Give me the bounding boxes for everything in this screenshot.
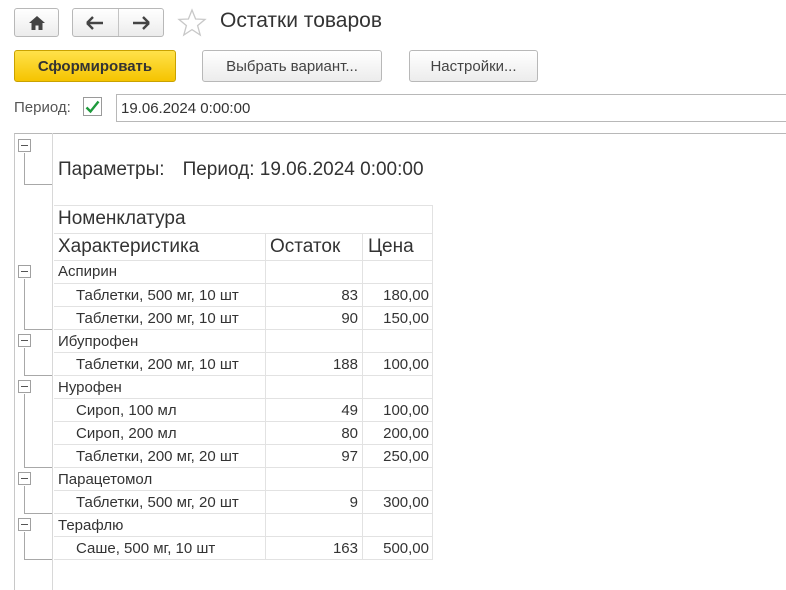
- favorite-button[interactable]: [177, 8, 207, 38]
- arrow-right-icon: [132, 15, 150, 30]
- item-price: 100,00: [383, 356, 429, 373]
- header-price: Цена: [368, 236, 414, 257]
- item-price: 200,00: [383, 425, 429, 442]
- collapse-group-toggle[interactable]: [18, 472, 31, 485]
- item-characteristic: Таблетки, 200 мг, 10 шт: [76, 310, 239, 327]
- report-divider: [52, 133, 53, 590]
- collapse-params-toggle[interactable]: [18, 139, 31, 152]
- group-name: Ибупрофен: [58, 333, 139, 350]
- item-balance: 80: [341, 425, 358, 442]
- group-line: [24, 559, 52, 560]
- report-parameters: Параметры: Период: 19.06.2024 0:00:00: [58, 159, 424, 181]
- item-characteristic: Саше, 500 мг, 10 шт: [76, 540, 216, 557]
- generate-button[interactable]: Сформировать: [14, 50, 176, 82]
- group-line: [24, 394, 25, 467]
- parameters-label: Параметры:: [58, 159, 165, 180]
- page-title: Остатки товаров: [220, 9, 382, 32]
- group-name: Аспирин: [58, 263, 118, 280]
- group-line: [24, 329, 52, 330]
- group-name: Нурофен: [58, 379, 122, 396]
- item-balance: 9: [349, 494, 358, 511]
- group-line: [24, 486, 25, 513]
- period-label: Период:: [14, 99, 71, 116]
- item-characteristic: Таблетки, 200 мг, 10 шт: [76, 356, 239, 373]
- grid-line: [432, 205, 433, 559]
- home-button[interactable]: [14, 8, 59, 37]
- select-variant-button[interactable]: Выбрать вариант...: [202, 50, 382, 82]
- group-line: [24, 153, 25, 184]
- group-line: [24, 348, 25, 375]
- settings-button[interactable]: Настройки...: [409, 50, 538, 82]
- item-price: 500,00: [383, 540, 429, 557]
- group-name: Терафлю: [58, 517, 124, 534]
- collapse-group-toggle[interactable]: [18, 518, 31, 531]
- group-line: [24, 375, 52, 376]
- item-characteristic: Сироп, 100 мл: [76, 402, 177, 419]
- item-balance: 163: [332, 540, 358, 557]
- collapse-group-toggle[interactable]: [18, 265, 31, 278]
- item-characteristic: Сироп, 200 мл: [76, 425, 177, 442]
- home-icon: [28, 15, 45, 30]
- navigation-buttons: [72, 8, 164, 37]
- item-characteristic: Таблетки, 500 мг, 20 шт: [76, 494, 239, 511]
- header-balance: Остаток: [270, 236, 341, 257]
- grid-line: [54, 559, 433, 560]
- group-line: [24, 513, 52, 514]
- group-line: [24, 184, 52, 185]
- header-characteristic: Характеристика: [58, 236, 200, 257]
- star-icon: [177, 8, 207, 37]
- header-nomenclature: Номенклатура: [58, 208, 186, 229]
- item-characteristic: Таблетки, 200 мг, 20 шт: [76, 448, 239, 465]
- collapse-group-toggle[interactable]: [18, 334, 31, 347]
- group-name: Парацетомол: [58, 471, 153, 488]
- group-line: [24, 279, 25, 329]
- item-balance: 83: [341, 287, 358, 304]
- item-price: 300,00: [383, 494, 429, 511]
- item-price: 150,00: [383, 310, 429, 327]
- item-balance: 97: [341, 448, 358, 465]
- group-line: [24, 467, 52, 468]
- item-price: 180,00: [383, 287, 429, 304]
- period-field[interactable]: 19.06.2024 0:00:00: [116, 94, 786, 122]
- item-balance: 188: [332, 356, 358, 373]
- parameters-value: Период: 19.06.2024 0:00:00: [182, 159, 424, 180]
- group-line: [24, 532, 25, 559]
- item-price: 250,00: [383, 448, 429, 465]
- arrow-left-icon: [86, 15, 104, 30]
- item-price: 100,00: [383, 402, 429, 419]
- item-balance: 49: [341, 402, 358, 419]
- item-balance: 90: [341, 310, 358, 327]
- collapse-group-toggle[interactable]: [18, 380, 31, 393]
- forward-button[interactable]: [117, 9, 163, 36]
- period-checkbox[interactable]: [83, 97, 102, 116]
- item-characteristic: Таблетки, 500 мг, 10 шт: [76, 287, 239, 304]
- back-button[interactable]: [73, 9, 118, 36]
- checkmark-icon: [85, 100, 100, 113]
